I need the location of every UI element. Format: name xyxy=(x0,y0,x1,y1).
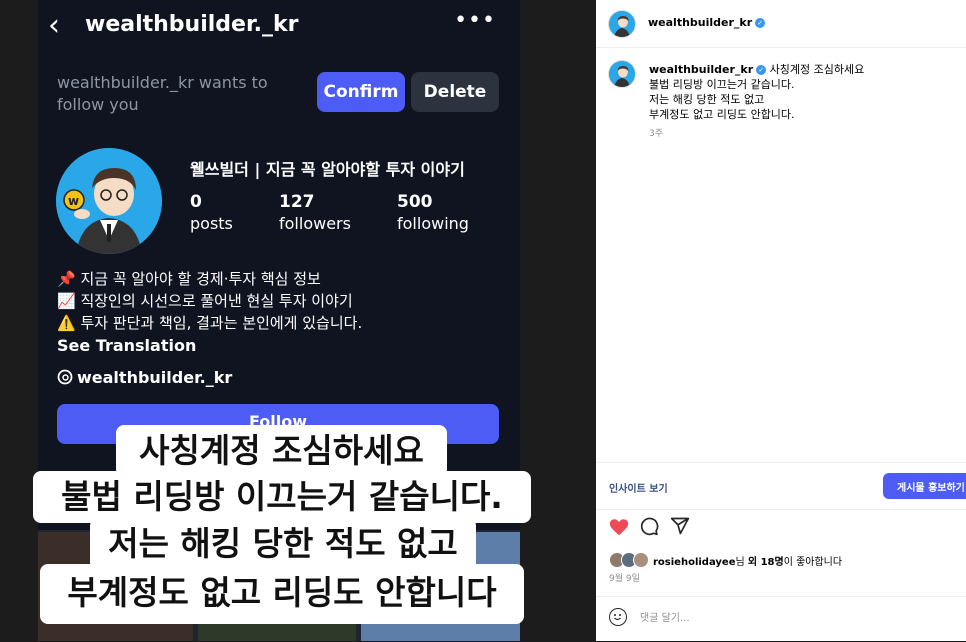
comment-text: 사칭계정 조심하세요 xyxy=(769,63,865,76)
post-caption-comment: wealthbuilder_kr ✓ 사칭계정 조심하세요 불법 리딩방 이끄는거… xyxy=(649,62,949,122)
stat-following-label: following xyxy=(397,214,469,233)
ellipsis-icon[interactable]: ••• xyxy=(454,8,496,33)
svg-text:w: w xyxy=(68,194,79,208)
comment-icon[interactable] xyxy=(639,516,659,536)
caption-line: 저는 해킹 당한 적도 없고 xyxy=(90,518,476,570)
stat-followers-count: 127 xyxy=(279,192,315,212)
bio-line: 📌 지금 꼭 알아야 할 경제·투자 핵심 정보 xyxy=(57,270,321,288)
threads-icon xyxy=(57,369,73,385)
likes-suffix: 이 좋아합니다 xyxy=(783,556,843,568)
delete-button[interactable]: Delete xyxy=(411,72,499,112)
share-icon[interactable] xyxy=(670,516,690,536)
post-date: 9월 9일 xyxy=(609,574,640,584)
follow-request-text: wealthbuilder._kr wants to follow you xyxy=(57,73,268,114)
avatar-illustration: w xyxy=(56,148,162,254)
profile-avatar[interactable]: w xyxy=(56,148,162,254)
insight-bar: 인사이트 보기 게시물 홍보하기 xyxy=(596,462,966,510)
stat-following-count: 500 xyxy=(397,192,433,212)
comment-text: 저는 해킹 당한 적도 없고 xyxy=(649,93,765,106)
threads-handle: wealthbuilder._kr xyxy=(77,368,233,387)
comment-text: 부계정도 없고 리딩도 안합니다. xyxy=(649,108,795,121)
bio-line: ⚠️ 투자 판단과 책임, 결과는 본인에게 있습니다. xyxy=(57,314,363,332)
avatar-illustration xyxy=(609,61,635,87)
likes-count: 외 18명 xyxy=(747,556,784,568)
heart-icon[interactable] xyxy=(608,516,630,538)
comment-first-line: wealthbuilder_kr ✓ 사칭계정 조심하세요 xyxy=(649,62,949,77)
post-detail-panel: wealthbuilder_kr ✓ wealthbuilder_kr ✓ 사칭계정… xyxy=(596,0,966,641)
likes-text: rosieholidayee님 외 18명이 좋아합니다 xyxy=(653,553,842,568)
stat-posts-label: posts xyxy=(190,214,233,233)
profile-display-name: 웰쓰빌더 | 지금 꼭 알아야할 투자 이야기 xyxy=(190,160,465,179)
comment-timestamp: 3주 xyxy=(649,129,664,139)
verified-badge-icon: ✓ xyxy=(755,18,766,28)
stat-posts-count: 0 xyxy=(190,192,202,212)
comment-input[interactable]: 댓글 달기... xyxy=(640,609,690,624)
view-insights-link[interactable]: 인사이트 보기 xyxy=(609,480,668,495)
post-author-name[interactable]: wealthbuilder_kr ✓ xyxy=(648,16,766,29)
likes-mid: 님 xyxy=(735,556,748,568)
confirm-button[interactable]: Confirm xyxy=(317,72,405,112)
emoji-face-icon xyxy=(614,614,621,621)
caption-line: 불법 리딩방 이끄는거 같습니다. xyxy=(33,471,531,523)
liker-avatar xyxy=(633,552,649,568)
verified-badge-icon: ✓ xyxy=(756,65,767,75)
threads-link[interactable]: wealthbuilder._kr xyxy=(57,368,232,387)
comment-bar: 댓글 달기... xyxy=(596,596,966,642)
see-translation-link[interactable]: See Translation xyxy=(57,336,196,355)
caption-line: 사칭계정 조심하세요 xyxy=(116,425,447,477)
stat-followers-label: followers xyxy=(279,214,351,233)
avatar-illustration xyxy=(609,11,635,37)
post-author-avatar[interactable] xyxy=(608,10,636,38)
stat-followers[interactable]: 127 followers xyxy=(279,192,351,233)
profile-bio: 📌 지금 꼭 알아야 할 경제·투자 핵심 정보 📈 직장인의 시선으로 풀어낸… xyxy=(57,268,362,334)
stat-following[interactable]: 500 following xyxy=(397,192,469,233)
comment-text: 불법 리딩방 이끄는거 같습니다. xyxy=(649,78,795,91)
comment-author-name[interactable]: wealthbuilder_kr xyxy=(649,63,753,76)
profile-handle: wealthbuilder._kr xyxy=(85,12,299,37)
chevron-left-icon[interactable]: ‹ xyxy=(48,8,60,43)
post-author-handle: wealthbuilder_kr xyxy=(648,16,753,29)
caption-line: 부계정도 없고 리딩도 안합니다 xyxy=(40,564,524,624)
post-header: wealthbuilder_kr ✓ xyxy=(596,0,966,48)
profile-topbar: ‹ wealthbuilder._kr ••• xyxy=(38,0,520,50)
bio-line: 📈 직장인의 시선으로 풀어낸 현실 투자 이야기 xyxy=(57,292,353,310)
likes-summary[interactable]: rosieholidayee님 외 18명이 좋아합니다 xyxy=(609,552,842,568)
promote-post-button[interactable]: 게시물 홍보하기 xyxy=(883,473,966,499)
likes-user: rosieholidayee xyxy=(653,556,736,568)
stat-posts[interactable]: 0 posts xyxy=(190,192,233,233)
emoji-icon[interactable] xyxy=(609,608,627,626)
comment-author-avatar[interactable] xyxy=(608,60,636,88)
